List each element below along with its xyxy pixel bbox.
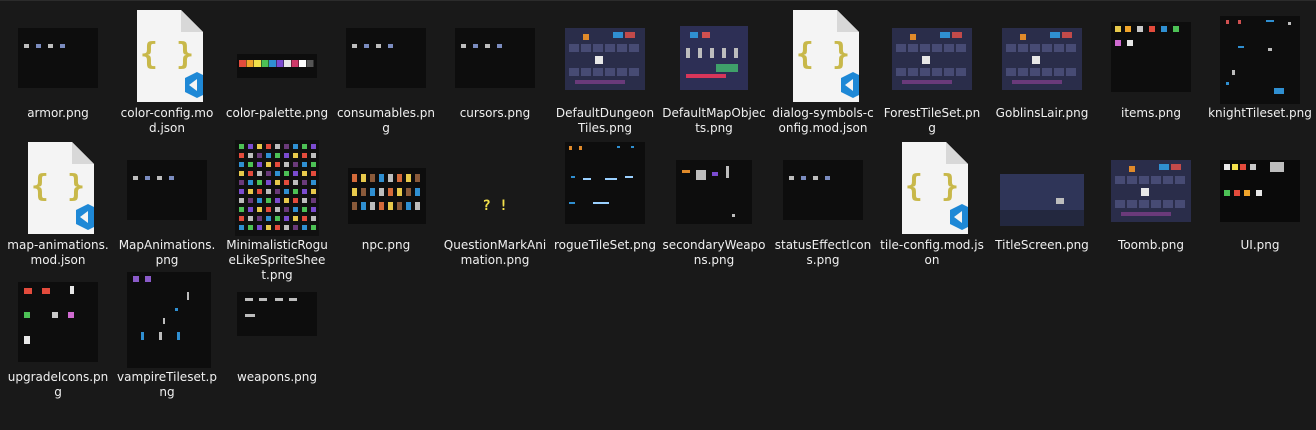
- vampire-thumbnail-icon: [115, 272, 219, 368]
- file-name-label: vampireTileset.png: [117, 370, 217, 399]
- tileset-thumbnail-icon: [880, 8, 984, 104]
- file-name-label: secondaryWeapons.png: [662, 238, 766, 267]
- file-name-label: knightTileset.png: [1208, 106, 1312, 120]
- svg-text:{ }: { }: [796, 37, 850, 72]
- file-item[interactable]: npc.png: [334, 132, 438, 260]
- svg-text:{ }: { }: [31, 169, 85, 204]
- knight-thumbnail-icon: [1208, 8, 1312, 104]
- status-effect-thumbnail-icon: [771, 140, 875, 236]
- tileset-thumbnail-icon: [1099, 140, 1203, 236]
- palette-thumbnail-icon: [225, 8, 329, 104]
- file-name-label: QuestionMarkAnimation.png: [443, 238, 547, 267]
- items-thumbnail-icon: [1099, 8, 1203, 104]
- weapons-thumbnail-icon: [225, 272, 329, 368]
- file-item[interactable]: ForestTileSet.png: [880, 0, 984, 135]
- file-name-label: cursors.png: [459, 106, 531, 120]
- file-item[interactable]: MinimalisticRogueLikeSpriteSheet.png: [225, 132, 329, 282]
- file-item[interactable]: weapons.png: [225, 264, 329, 392]
- file-name-label: UI.png: [1240, 238, 1280, 252]
- secondary-weapons-thumbnail-icon: [662, 140, 766, 236]
- file-name-label: statusEffectIcons.png: [774, 238, 872, 267]
- svg-text:{ }: { }: [140, 37, 194, 72]
- file-item[interactable]: GoblinsLair.png: [990, 0, 1094, 128]
- npc-thumbnail-icon: [334, 140, 438, 236]
- armor-thumbnail-icon: [6, 8, 110, 104]
- file-name-label: TitleScreen.png: [995, 238, 1089, 252]
- file-name-label: upgradeIcons.png: [7, 370, 109, 399]
- map-objects-thumbnail-icon: [662, 8, 766, 104]
- upgrade-icons-thumbnail-icon: [6, 272, 110, 368]
- file-name-label: tile-config.mod.json: [880, 238, 984, 267]
- file-item[interactable]: { } dialog-symbols-config.mod.json: [771, 0, 875, 135]
- json-file-icon: { }: [115, 8, 219, 104]
- file-name-label: armor.png: [27, 106, 89, 120]
- json-file-icon: { }: [6, 140, 110, 236]
- file-name-label: items.png: [1120, 106, 1182, 120]
- file-name-label: rogueTileSet.png: [554, 238, 656, 252]
- tileset-thumbnail-icon: [990, 8, 1094, 104]
- file-item[interactable]: DefaultMapObjects.png: [662, 0, 766, 135]
- file-item[interactable]: secondaryWeapons.png: [662, 132, 766, 267]
- file-name-label: GoblinsLair.png: [995, 106, 1089, 120]
- file-item[interactable]: upgradeIcons.png: [6, 264, 110, 399]
- tileset-thumbnail-icon: [553, 8, 657, 104]
- json-file-icon: { }: [880, 140, 984, 236]
- file-item[interactable]: TitleScreen.png: [990, 132, 1094, 260]
- file-item[interactable]: Toomb.png: [1099, 132, 1203, 260]
- file-item[interactable]: knightTileset.png: [1208, 0, 1312, 128]
- cursors-thumbnail-icon: [443, 8, 547, 104]
- file-item[interactable]: { } tile-config.mod.json: [880, 132, 984, 267]
- rogue-thumbnail-icon: [553, 140, 657, 236]
- file-item[interactable]: cursors.png: [443, 0, 547, 128]
- file-item[interactable]: vampireTileset.png: [115, 264, 219, 399]
- svg-text:? !: ? !: [482, 198, 507, 214]
- file-item[interactable]: ? ! QuestionMarkAnimation.png: [443, 132, 547, 267]
- file-explorer-view: armor.png { } color-config.mod.json color-p…: [0, 0, 1316, 430]
- ui-thumbnail-icon: [1208, 140, 1312, 236]
- question-mark-thumbnail-icon: ? !: [443, 140, 547, 236]
- svg-text:{ }: { }: [905, 169, 959, 204]
- file-item[interactable]: UI.png: [1208, 132, 1312, 260]
- json-file-icon: { }: [771, 8, 875, 104]
- title-screen-thumbnail-icon: [990, 140, 1094, 236]
- file-name-label: Toomb.png: [1118, 238, 1184, 252]
- animations-thumbnail-icon: [115, 140, 219, 236]
- file-item[interactable]: armor.png: [6, 0, 110, 128]
- file-item[interactable]: consumables.png: [334, 0, 438, 135]
- file-item[interactable]: MapAnimations.png: [115, 132, 219, 267]
- spritesheet-thumbnail-icon: [225, 140, 329, 236]
- file-item[interactable]: color-palette.png: [225, 0, 329, 128]
- file-item[interactable]: { } color-config.mod.json: [115, 0, 219, 135]
- consumables-thumbnail-icon: [334, 8, 438, 104]
- file-item[interactable]: { } map-animations.mod.json: [6, 132, 110, 267]
- file-item[interactable]: statusEffectIcons.png: [771, 132, 875, 267]
- file-name-label: color-palette.png: [225, 106, 329, 120]
- file-item[interactable]: rogueTileSet.png: [553, 132, 657, 260]
- file-item[interactable]: DefaultDungeonTiles.png: [553, 0, 657, 135]
- file-name-label: weapons.png: [236, 370, 318, 384]
- file-name-label: npc.png: [361, 238, 411, 252]
- file-item[interactable]: items.png: [1099, 0, 1203, 128]
